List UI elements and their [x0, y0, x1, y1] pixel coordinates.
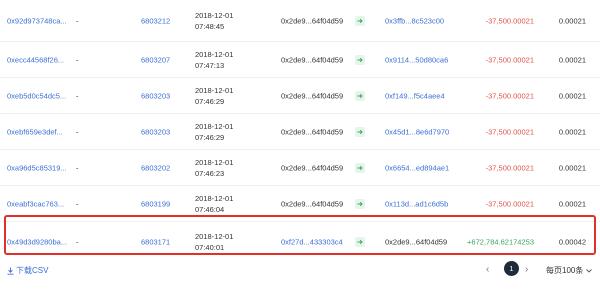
to-address-link[interactable]: 0x45d1...8e6d7970	[385, 127, 449, 136]
tx-hash-link[interactable]: 0x49d3d9280ba...	[7, 238, 67, 247]
timestamp: 2018-12-01 07:46:04	[195, 193, 234, 214]
block-link[interactable]: 6803199	[141, 199, 170, 208]
arrow-right-icon	[355, 237, 365, 247]
value-amount: -37,500.00021	[485, 16, 534, 25]
block-link[interactable]: 6803203	[141, 91, 170, 100]
next-page-button[interactable]: ›	[525, 264, 528, 275]
fee-amount: 0.00021	[558, 127, 586, 136]
prev-page-button[interactable]: ‹	[486, 264, 489, 275]
block-link[interactable]: 6803171	[141, 238, 170, 247]
fee-amount: 0.00021	[558, 199, 586, 208]
tx-hash-link[interactable]: 0xecc44568f26...	[7, 55, 64, 64]
transactions-table: 0x92d973748ca... - 6803212 2018-12-01 07:…	[0, 0, 600, 262]
value-amount: -37,500.00021	[485, 127, 534, 136]
arrow-right-icon	[355, 198, 365, 209]
method-value: -	[76, 237, 79, 247]
arrow-right-icon	[355, 162, 365, 173]
to-address-link[interactable]: 0x113d...ad1c6d5b	[385, 199, 448, 208]
timestamp: 2018-12-01 07:48:45	[195, 10, 234, 31]
block-link[interactable]: 6803203	[141, 127, 170, 136]
value-amount: -37,500.00021	[485, 163, 534, 172]
tx-hash-link[interactable]: 0xeb5d0c54dc5...	[7, 91, 66, 100]
to-address-link[interactable]: 0x3ffb...8c523c00	[385, 16, 444, 25]
download-csv-button[interactable]: 下载CSV	[7, 265, 48, 276]
table-row-highlighted: 0x49d3d9280ba... - 6803171 2018-12-01 07:…	[0, 222, 600, 262]
timestamp: 2018-12-01 07:47:13	[195, 49, 234, 70]
method-value: -	[76, 91, 79, 100]
fee-amount: 0.00021	[558, 16, 586, 25]
tx-hash-link[interactable]: 0xeabf3cac763...	[7, 199, 64, 208]
tx-hash-link[interactable]: 0xa96d5c85319...	[7, 163, 67, 172]
table-footer: 下载CSV ‹ 1 › 每页100条	[0, 258, 600, 282]
download-icon	[7, 267, 14, 275]
block-link[interactable]: 6803207	[141, 55, 170, 64]
method-value: -	[76, 16, 79, 25]
table-row: 0xecc44568f26... - 6803207 2018-12-01 07:…	[0, 42, 600, 78]
method-value: -	[76, 127, 79, 136]
value-amount: -37,500.00021	[485, 55, 534, 64]
timestamp: 2018-12-01 07:46:23	[195, 157, 234, 178]
per-page-label: 每页100条	[546, 266, 584, 275]
to-address-link[interactable]: 0xf149...f5c4aee4	[385, 91, 445, 100]
table-row: 0x92d973748ca... - 6803212 2018-12-01 07:…	[0, 0, 600, 42]
table-row: 0xa96d5c85319... - 6803202 2018-12-01 07:…	[0, 150, 600, 186]
value-amount: -37,500.00021	[485, 91, 534, 100]
chevron-down-icon	[586, 268, 593, 273]
table-row: 0xeb5d0c54dc5... - 6803203 2018-12-01 07:…	[0, 78, 600, 114]
block-link[interactable]: 6803202	[141, 163, 170, 172]
download-csv-label: 下载CSV	[16, 266, 49, 275]
arrow-right-icon	[355, 90, 365, 101]
to-address-link[interactable]: 0x6654...ed894ae1	[385, 163, 449, 172]
fee-amount: 0.00021	[558, 91, 586, 100]
from-address: 0x2de9...64f04d59	[281, 16, 344, 25]
from-address: 0x2de9...64f04d59	[281, 127, 344, 136]
arrow-right-icon	[355, 15, 365, 26]
from-address-link[interactable]: 0xf27d...433303c4	[281, 238, 343, 247]
method-value: -	[76, 163, 79, 172]
from-address: 0x2de9...64f04d59	[281, 163, 344, 172]
timestamp: 2018-12-01 07:46:29	[195, 85, 234, 106]
page-1-button[interactable]: 1	[504, 261, 519, 276]
to-address-link[interactable]: 0x9114...50d80ca6	[385, 55, 448, 64]
method-value: -	[76, 55, 79, 64]
timestamp: 2018-12-01 07:40:01	[195, 232, 234, 252]
tx-hash-link[interactable]: 0x92d973748ca...	[7, 16, 67, 25]
value-amount: +672,784.62174253	[467, 237, 534, 247]
tx-hash-link[interactable]: 0xebf659e3def...	[7, 127, 63, 136]
timestamp: 2018-12-01 07:46:29	[195, 121, 234, 142]
table-row: 0xebf659e3def... - 6803203 2018-12-01 07:…	[0, 114, 600, 150]
from-address: 0x2de9...64f04d59	[281, 91, 344, 100]
fee-amount: 0.00042	[558, 237, 586, 247]
method-value: -	[76, 199, 79, 208]
from-address: 0x2de9...64f04d59	[281, 55, 344, 64]
fee-amount: 0.00021	[558, 55, 586, 64]
value-amount: -37,500.00021	[485, 199, 534, 208]
table-row: 0xeabf3cac763... - 6803199 2018-12-01 07:…	[0, 186, 600, 222]
arrow-right-icon	[355, 126, 365, 137]
block-link[interactable]: 6803212	[141, 16, 170, 25]
from-address: 0x2de9...64f04d59	[281, 199, 344, 208]
arrow-right-icon	[355, 54, 365, 65]
fee-amount: 0.00021	[558, 163, 586, 172]
to-address: 0x2de9...64f04d59	[385, 237, 448, 247]
per-page-select[interactable]: 每页100条	[546, 265, 593, 276]
